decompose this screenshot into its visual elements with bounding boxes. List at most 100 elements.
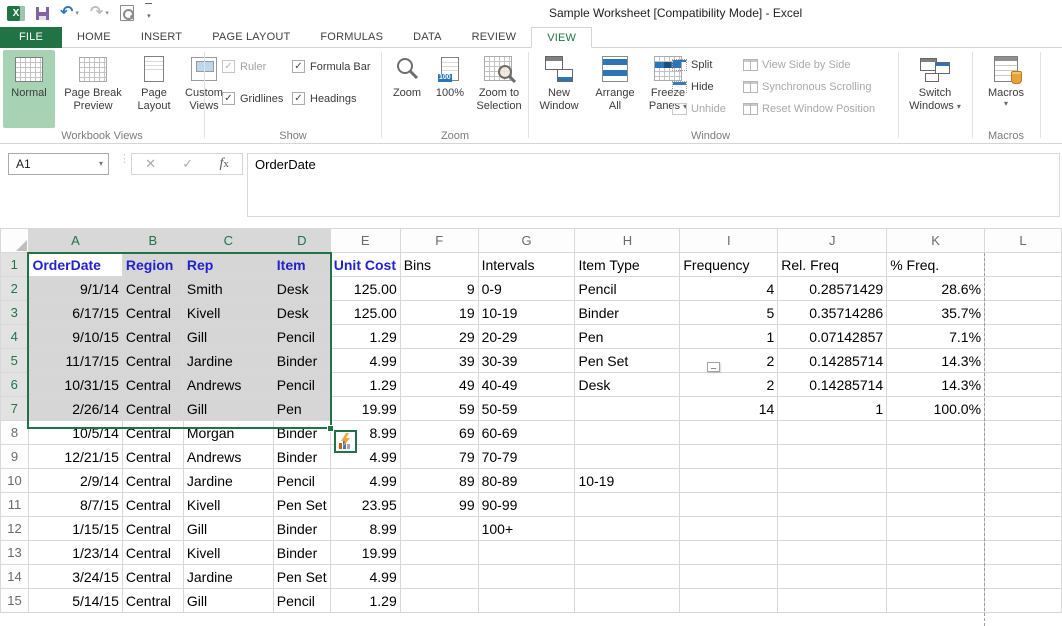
cell-D13[interactable]: Binder — [273, 541, 330, 565]
cell-G15[interactable] — [478, 589, 575, 613]
cell-E4[interactable]: 1.29 — [330, 325, 400, 349]
cell-K15[interactable] — [887, 589, 985, 613]
cell-J1[interactable]: Rel. Freq — [778, 253, 887, 277]
cell-D2[interactable]: Desk — [273, 277, 330, 301]
save-button[interactable] — [36, 7, 49, 20]
cell-J5[interactable]: 0.14285714 — [778, 349, 887, 373]
cell-K2[interactable]: 28.6% — [887, 277, 985, 301]
cell-G12[interactable]: 100+ — [478, 517, 575, 541]
cell-A7[interactable]: 2/26/14 — [28, 397, 122, 421]
cell-D11[interactable]: Pen Set — [273, 493, 330, 517]
cell-F10[interactable]: 89 — [400, 469, 478, 493]
cell-B12[interactable]: Central — [122, 517, 183, 541]
cell-L1[interactable] — [985, 253, 1062, 277]
cell-J9[interactable] — [778, 445, 887, 469]
checkbox-headings[interactable]: ✓Headings — [292, 92, 356, 105]
cell-C6[interactable]: Andrews — [183, 373, 273, 397]
cell-J6[interactable]: 0.14285714 — [778, 373, 887, 397]
cell-H10[interactable]: 10-19 — [575, 469, 680, 493]
cell-F15[interactable] — [400, 589, 478, 613]
cell-H5[interactable]: Pen Set — [575, 349, 680, 373]
cell-C4[interactable]: Gill — [183, 325, 273, 349]
fill-handle[interactable] — [327, 425, 334, 432]
cell-L12[interactable] — [985, 517, 1062, 541]
enter-icon[interactable]: ✓ — [182, 156, 193, 172]
row-header-15[interactable]: 15 — [1, 589, 29, 613]
col-header-A[interactable]: A — [28, 229, 122, 253]
cell-B2[interactable]: Central — [122, 277, 183, 301]
checkbox-gridlines[interactable]: ✓Gridlines — [222, 92, 283, 105]
cell-C15[interactable]: Gill — [183, 589, 273, 613]
cell-F6[interactable]: 49 — [400, 373, 478, 397]
cell-B5[interactable]: Central — [122, 349, 183, 373]
checkbox-icon[interactable]: ✓ — [292, 60, 305, 73]
col-header-B[interactable]: B — [122, 229, 183, 253]
cell-F4[interactable]: 29 — [400, 325, 478, 349]
cell-J7[interactable]: 1 — [778, 397, 887, 421]
cell-A9[interactable]: 12/21/15 — [28, 445, 122, 469]
cell-L2[interactable] — [985, 277, 1062, 301]
cell-A5[interactable]: 11/17/15 — [28, 349, 122, 373]
cell-B4[interactable]: Central — [122, 325, 183, 349]
hide-button[interactable]: Hide — [672, 78, 726, 95]
cell-L11[interactable] — [985, 493, 1062, 517]
row-header-12[interactable]: 12 — [1, 517, 29, 541]
col-header-G[interactable]: G — [478, 229, 575, 253]
cell-L10[interactable] — [985, 469, 1062, 493]
cell-L9[interactable] — [985, 445, 1062, 469]
row-header-14[interactable]: 14 — [1, 565, 29, 589]
cell-E14[interactable]: 4.99 — [330, 565, 400, 589]
cell-K4[interactable]: 7.1% — [887, 325, 985, 349]
cell-A13[interactable]: 1/23/14 — [28, 541, 122, 565]
cell-D6[interactable]: Pencil — [273, 373, 330, 397]
cell-E10[interactable]: 4.99 — [330, 469, 400, 493]
cell-C12[interactable]: Gill — [183, 517, 273, 541]
row-header-10[interactable]: 10 — [1, 469, 29, 493]
cell-A10[interactable]: 2/9/14 — [28, 469, 122, 493]
cell-F8[interactable]: 69 — [400, 421, 478, 445]
cell-C5[interactable]: Jardine — [183, 349, 273, 373]
cell-H15[interactable] — [575, 589, 680, 613]
name-box-dropdown-icon[interactable]: ▾ — [99, 154, 103, 174]
cell-G10[interactable]: 80-89 — [478, 469, 575, 493]
cell-G6[interactable]: 40-49 — [478, 373, 575, 397]
row-header-2[interactable]: 2 — [1, 277, 29, 301]
cell-H12[interactable] — [575, 517, 680, 541]
cell-F2[interactable]: 9 — [400, 277, 478, 301]
arrange-all-button[interactable]: Arrange All — [589, 50, 641, 128]
cell-A1[interactable]: OrderDate — [28, 253, 122, 277]
row-header-7[interactable]: 7 — [1, 397, 29, 421]
name-box[interactable]: A1 ▾ — [8, 153, 109, 175]
row-header-4[interactable]: 4 — [1, 325, 29, 349]
cell-E11[interactable]: 23.95 — [330, 493, 400, 517]
cell-J15[interactable] — [778, 589, 887, 613]
cell-L14[interactable] — [985, 565, 1062, 589]
cell-B3[interactable]: Central — [122, 301, 183, 325]
tab-home[interactable]: HOME — [62, 27, 126, 48]
tab-view[interactable]: VIEW — [531, 27, 592, 48]
cell-B15[interactable]: Central — [122, 589, 183, 613]
cell-C9[interactable]: Andrews — [183, 445, 273, 469]
cell-E15[interactable]: 1.29 — [330, 589, 400, 613]
cell-G8[interactable]: 60-69 — [478, 421, 575, 445]
cell-J11[interactable] — [778, 493, 887, 517]
row-header-5[interactable]: 5 — [1, 349, 29, 373]
cell-G7[interactable]: 50-59 — [478, 397, 575, 421]
tab-page-layout[interactable]: PAGE LAYOUT — [197, 27, 305, 48]
cell-E13[interactable]: 19.99 — [330, 541, 400, 565]
cell-C11[interactable]: Kivell — [183, 493, 273, 517]
cell-F3[interactable]: 19 — [400, 301, 478, 325]
cell-B8[interactable]: Central — [122, 421, 183, 445]
cell-L15[interactable] — [985, 589, 1062, 613]
print-preview-button[interactable] — [120, 5, 134, 21]
cell-F1[interactable]: Bins — [400, 253, 478, 277]
checkbox-icon[interactable]: ✓ — [222, 92, 235, 105]
redo-dropdown-icon[interactable]: ▾ — [105, 9, 109, 17]
cell-H2[interactable]: Pencil — [575, 277, 680, 301]
switch-windows-button[interactable]: Switch Windows ▾ — [903, 50, 967, 128]
cell-C1[interactable]: Rep — [183, 253, 273, 277]
cell-B6[interactable]: Central — [122, 373, 183, 397]
macros-button[interactable]: Macros ▾ — [978, 50, 1034, 128]
cell-A4[interactable]: 9/10/15 — [28, 325, 122, 349]
cell-A14[interactable]: 3/24/15 — [28, 565, 122, 589]
